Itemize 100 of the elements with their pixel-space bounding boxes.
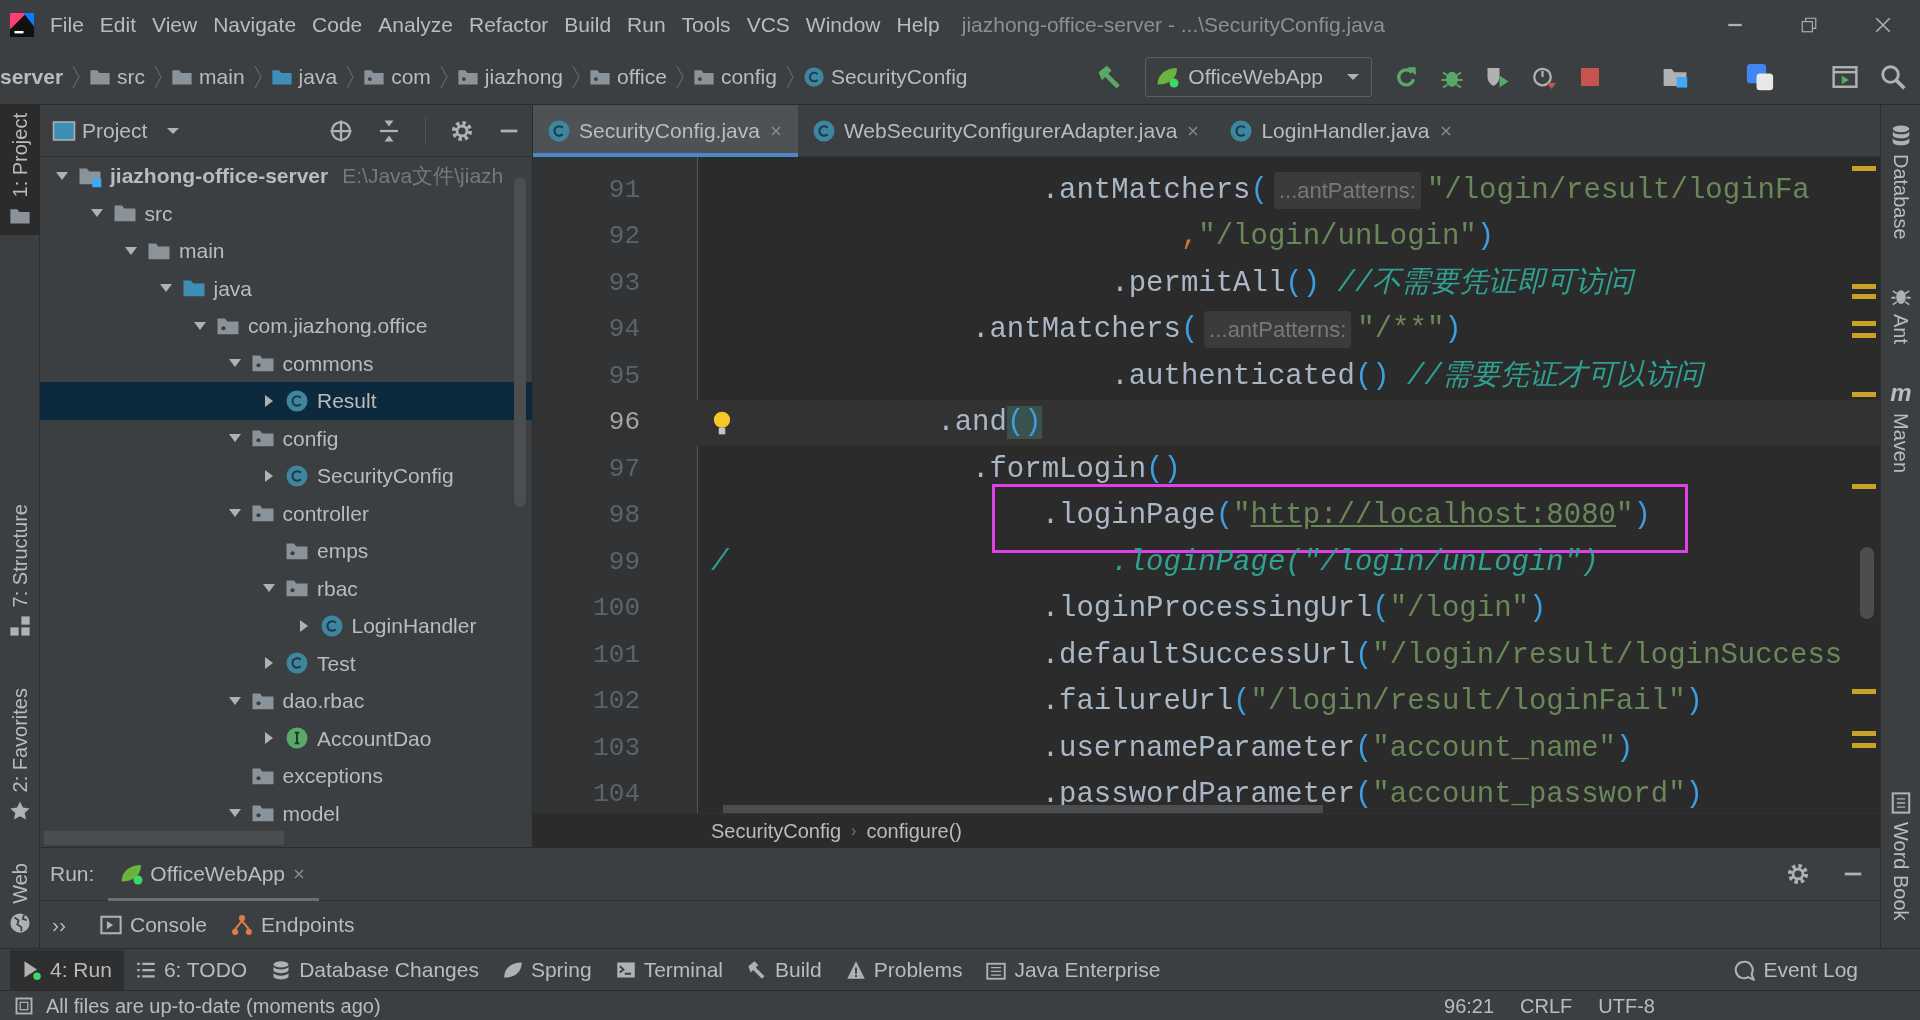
menu-item[interactable]: Window (797, 8, 889, 41)
search-icon[interactable] (1880, 63, 1906, 90)
tree-item[interactable]: LoginHandler (40, 607, 532, 645)
editor-tab[interactable]: LoginHandler.java (1215, 105, 1468, 157)
run-tab[interactable]: OfficeWebApp (108, 847, 319, 901)
breadcrumb[interactable]: config (692, 60, 777, 93)
menu-item[interactable]: Refactor (461, 8, 557, 41)
chevron-icon (71, 63, 82, 90)
menu-item[interactable]: Tools (673, 8, 739, 41)
tool-window-button[interactable]: Terminal (603, 949, 735, 990)
file-encoding[interactable]: UTF-8 (1598, 990, 1655, 1020)
warning-marker[interactable] (1852, 731, 1876, 736)
tree-item[interactable]: emps (40, 532, 532, 570)
tool-window-button[interactable]: Event Log (1721, 949, 1870, 990)
menu-item[interactable]: Build (556, 8, 620, 41)
breadcrumb[interactable]: SecurityConfig (711, 815, 842, 846)
tree-item[interactable]: controller (40, 494, 532, 532)
breadcrumb[interactable]: java (270, 60, 338, 93)
settings-icon[interactable] (450, 118, 474, 143)
tool-window-button[interactable]: Problems (833, 949, 975, 990)
tree-item[interactable]: java (40, 269, 532, 307)
scrollbar-thumb[interactable] (1860, 547, 1874, 619)
line-separator[interactable]: CRLF (1520, 990, 1573, 1020)
menu-item[interactable]: VCS (738, 8, 798, 41)
collapse-icon[interactable] (377, 118, 401, 143)
tool-window-tab[interactable]: Ant (1881, 276, 1920, 353)
tree-item[interactable]: AccountDao (40, 719, 532, 757)
tool-window-tab[interactable]: Web (0, 855, 40, 942)
translate-icon[interactable] (1746, 62, 1774, 91)
tool-window-tab[interactable]: 7: Structure (0, 496, 40, 646)
tree-item[interactable]: rbac (40, 569, 532, 607)
breadcrumb[interactable]: SecurityConfig (802, 60, 968, 93)
tree-item[interactable]: config (40, 419, 532, 457)
breadcrumb[interactable]: com (363, 60, 431, 93)
square-icon[interactable] (14, 995, 34, 1016)
tree-item[interactable]: src (40, 194, 532, 232)
breadcrumb[interactable]: configure() (866, 815, 962, 846)
tool-window-button[interactable]: Java Enterprise (974, 949, 1173, 990)
tool-window-button[interactable]: 4: Run (10, 949, 124, 990)
tree-item[interactable]: model (40, 794, 532, 832)
close-icon[interactable] (1874, 15, 1892, 34)
breadcrumb[interactable]: jiazhong (456, 60, 564, 93)
tool-window-tab[interactable]: Database (1881, 116, 1920, 248)
menu-item[interactable]: Navigate (205, 8, 305, 41)
project-view-dropdown[interactable]: Project (52, 114, 182, 147)
tool-window-button[interactable]: Build (735, 949, 834, 990)
tree-item[interactable]: com.jiazhong.office (40, 307, 532, 345)
scrollbar-thumb[interactable] (514, 177, 526, 507)
warning-marker[interactable] (1852, 743, 1876, 748)
menu-item[interactable]: View (144, 8, 206, 41)
tool-window-tab[interactable]: Word Book (1881, 784, 1920, 929)
warning-marker[interactable] (1852, 484, 1876, 489)
tool-window-tab[interactable]: 1: Project (0, 105, 40, 236)
run-subtab[interactable]: Endpoints (231, 909, 355, 941)
breadcrumb[interactable]: server (0, 60, 64, 93)
restore-icon[interactable] (1800, 15, 1818, 34)
run-subtab[interactable]: Console (100, 909, 208, 941)
menu-item[interactable]: Run (619, 8, 674, 41)
code-text: .usernameParameter("account_name") (1041, 730, 1634, 767)
warning-marker[interactable] (1852, 166, 1876, 171)
path-text: E:\Java文件\jiazh (342, 163, 504, 189)
breadcrumb[interactable]: main (171, 60, 245, 93)
tree-item[interactable]: commons (40, 344, 532, 382)
warning-marker[interactable] (1852, 321, 1876, 326)
menu-item[interactable]: Code (304, 8, 371, 41)
tree-item[interactable]: Test (40, 644, 532, 682)
editor-tab[interactable]: SecurityConfig.java (533, 105, 798, 157)
window-icon[interactable] (1832, 63, 1858, 90)
warning-marker[interactable] (1852, 284, 1876, 289)
tree-item[interactable]: dao.rbac (40, 682, 532, 720)
code-text: .and() (937, 405, 1042, 441)
menu-item[interactable]: Edit (91, 8, 145, 41)
tree-item[interactable]: exceptions (40, 757, 532, 795)
menu-item[interactable]: Help (888, 8, 948, 41)
run-configuration-dropdown[interactable]: OfficeWebApp (1145, 56, 1372, 97)
tool-window-tab[interactable]: 2: Favorites (0, 680, 40, 831)
tree-item[interactable]: jiazhong-office-server E:\Java文件\jiazh (40, 157, 532, 195)
tool-window-button[interactable]: Spring (490, 949, 604, 990)
scrollbar-thumb[interactable] (723, 805, 1323, 813)
tree-item[interactable]: Result (40, 382, 532, 420)
warning-marker[interactable] (1852, 333, 1876, 338)
breadcrumb[interactable]: office (589, 60, 667, 93)
menu-item[interactable]: File (42, 8, 92, 41)
warning-marker[interactable] (1852, 689, 1876, 694)
settings-icon[interactable] (1786, 862, 1810, 886)
warning-marker[interactable] (1852, 392, 1876, 397)
more-button[interactable]: ›› (52, 909, 66, 941)
warning-marker[interactable] (1852, 294, 1876, 299)
rerun-icon[interactable] (1394, 64, 1418, 89)
cursor-position[interactable]: 96:21 (1444, 990, 1495, 1020)
tree-item[interactable]: main (40, 232, 532, 270)
class-icon (285, 463, 309, 488)
crosshair-icon[interactable] (329, 118, 353, 143)
menu-item[interactable]: Analyze (370, 8, 461, 41)
breadcrumb[interactable]: src (89, 60, 146, 93)
editor-tab[interactable]: WebSecurityConfigurerAdapter.java (797, 105, 1216, 157)
tree-item[interactable]: SecurityConfig (40, 457, 532, 495)
tool-window-button[interactable]: 6: TODO (123, 949, 260, 990)
tool-window-button[interactable]: Database Changes (259, 949, 491, 990)
tool-window-tab[interactable]: m Maven (1881, 373, 1920, 482)
